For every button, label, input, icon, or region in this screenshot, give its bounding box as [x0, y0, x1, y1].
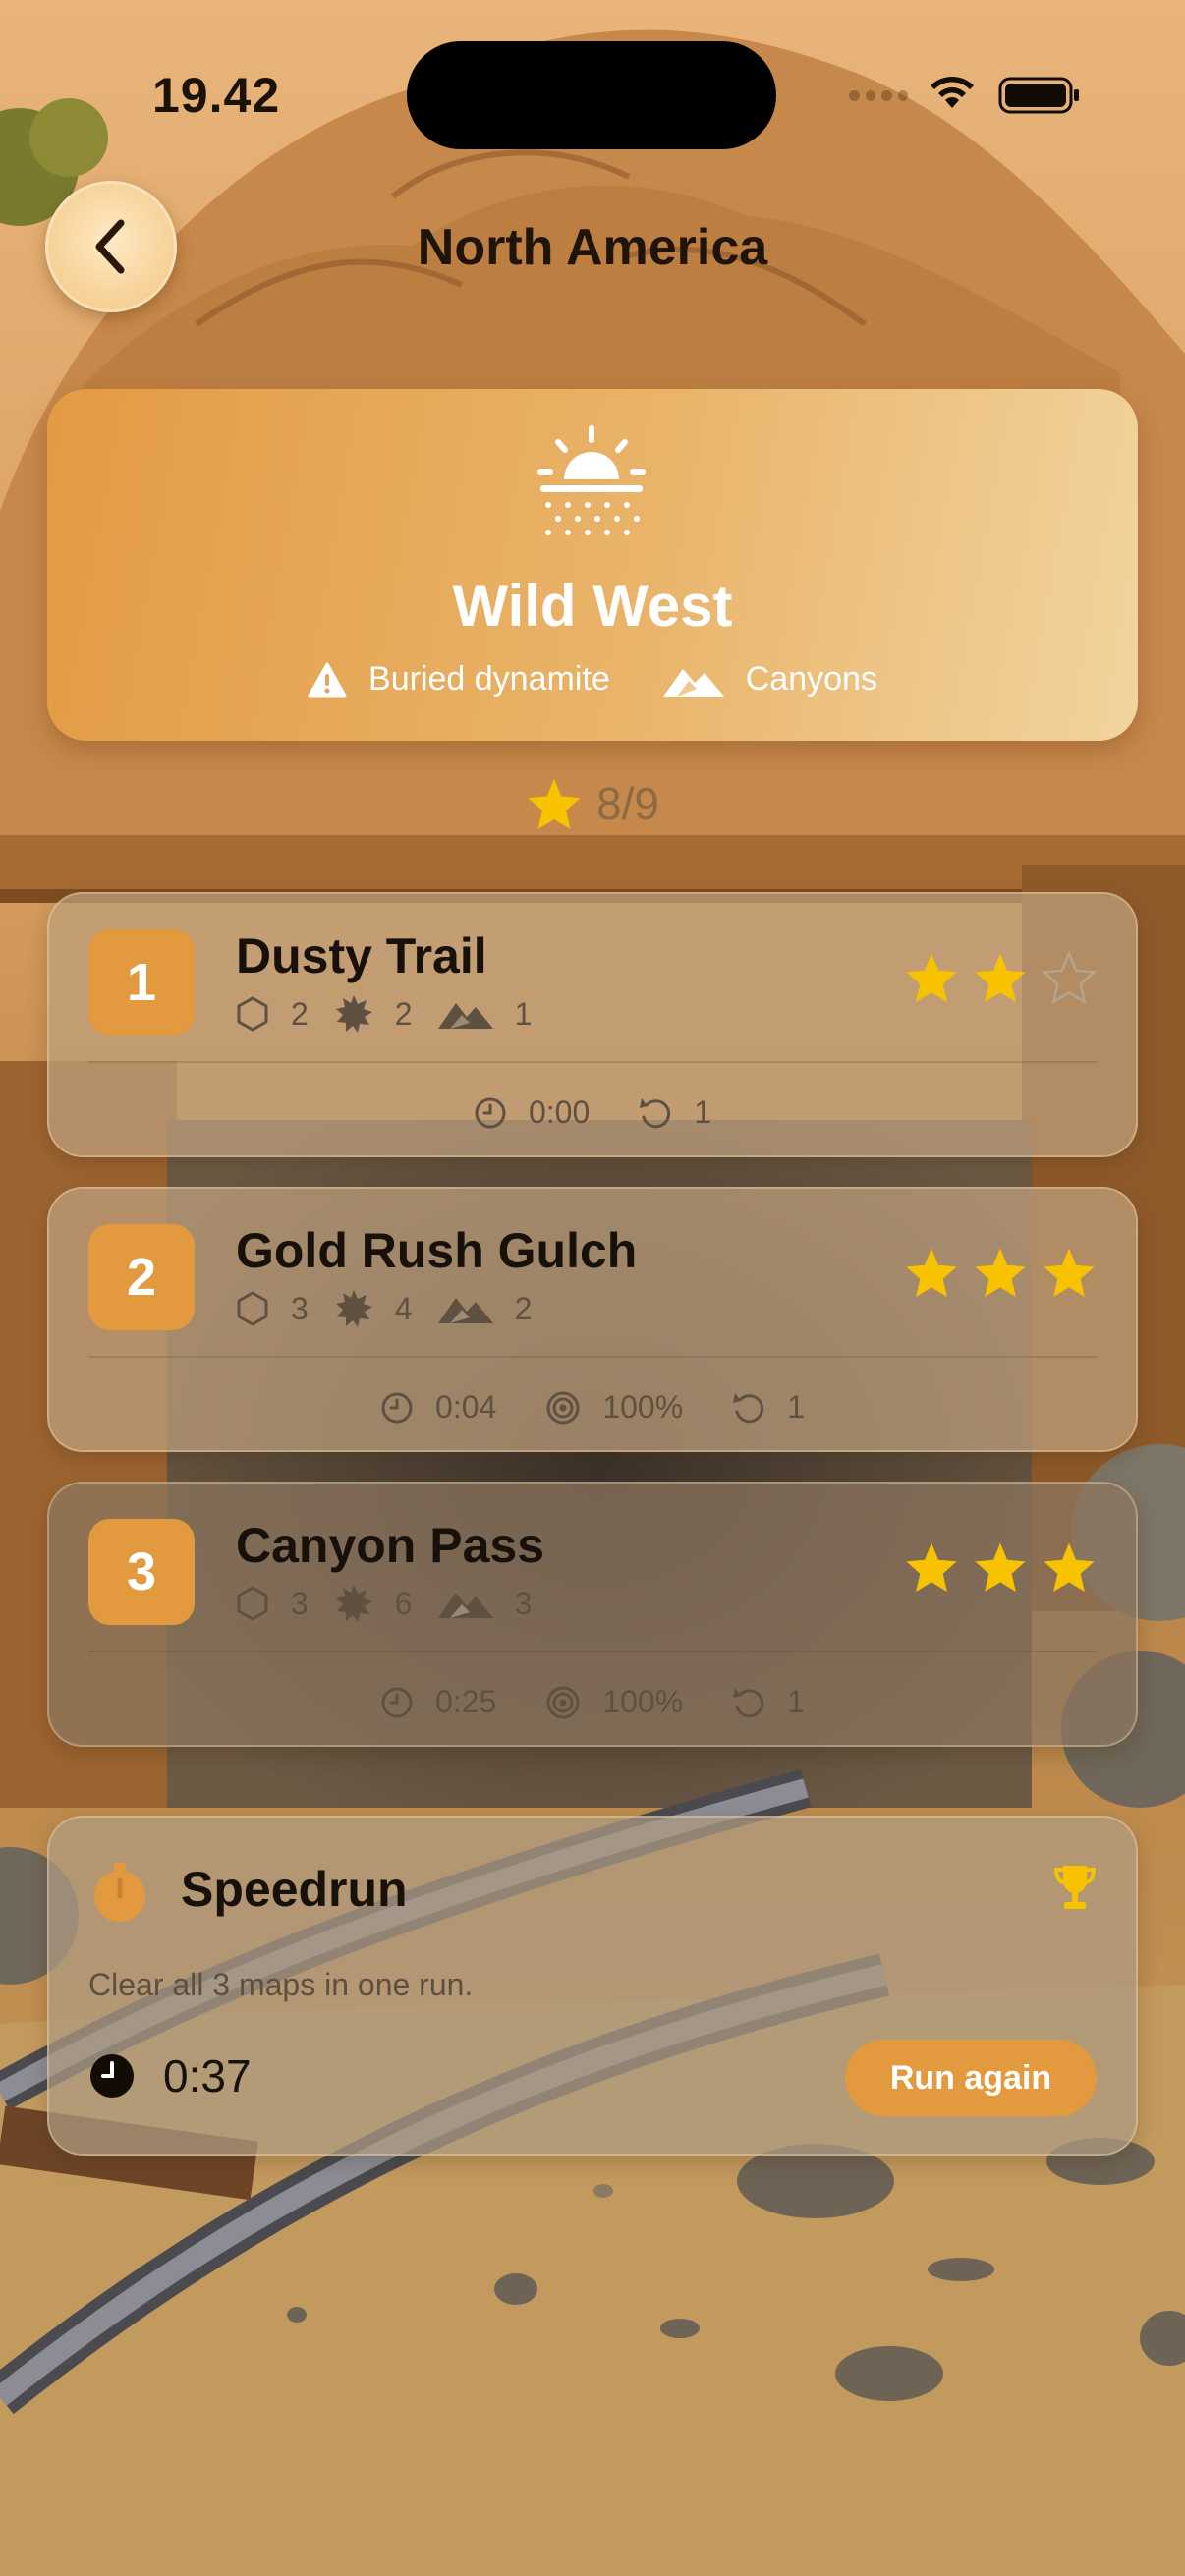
star-empty-icon [1042, 951, 1097, 1004]
hexagon-icon [237, 996, 268, 1032]
level-number-badge: 3 [88, 1519, 195, 1625]
clock-filled-icon [90, 2054, 134, 2098]
hexagon-icon [237, 1291, 268, 1326]
star-filled-icon [975, 1248, 1026, 1297]
region-tag: Canyons [662, 660, 877, 699]
mine-icon [335, 995, 372, 1033]
divider [88, 1356, 1097, 1358]
level-info: 3 4 2 [236, 1289, 557, 1328]
level-retries: 1 [787, 1684, 805, 1719]
star-filled-icon [975, 953, 1026, 1002]
mountains-icon [437, 1298, 493, 1323]
star-filled-icon [1044, 1542, 1095, 1592]
target-icon [546, 1686, 580, 1718]
hex-count: 3 [291, 1585, 309, 1621]
retry-icon [640, 1097, 671, 1128]
level-time: 0:00 [528, 1094, 591, 1130]
level-name: Gold Rush Gulch [236, 1223, 638, 1278]
region-tags: Buried dynamite Canyons [47, 660, 1138, 699]
retry-icon [733, 1392, 764, 1423]
level-info: 3 6 3 [236, 1584, 557, 1623]
level-info: 2 2 1 [236, 994, 557, 1034]
clock-icon [381, 1392, 413, 1423]
hex-count: 3 [291, 1290, 309, 1326]
mountains-icon [437, 1003, 493, 1029]
mountains-icon [662, 668, 724, 697]
run-again-button[interactable]: Run again [845, 2040, 1097, 2116]
dynamic-island [407, 41, 776, 149]
target-icon [546, 1391, 580, 1424]
signal-icon [849, 90, 908, 106]
level-stars [904, 1246, 1097, 1299]
level-stats: 0:25 100% 1 [47, 1684, 1138, 1720]
stars-total: 8/9 [0, 776, 1185, 831]
level-retries: 1 [694, 1094, 712, 1130]
canyon-count: 2 [514, 1290, 533, 1326]
best-time-value: 0:37 [163, 2050, 252, 2101]
star-filled-icon [1044, 1248, 1095, 1297]
level-card[interactable]: 1 Dusty Trail 2 2 1 0:00 1 [47, 892, 1138, 1157]
trophy-icon [1053, 1866, 1097, 1909]
level-stars [904, 1540, 1097, 1594]
level-retries: 1 [787, 1389, 805, 1425]
canyon-count: 1 [514, 995, 533, 1032]
star-filled-icon [906, 1248, 957, 1297]
level-stats: 0:04 100% 1 [47, 1389, 1138, 1426]
speedrun-card: Speedrun Clear all 3 maps in one run. 0:… [47, 1816, 1138, 2156]
level-stats: 0:00 1 [47, 1094, 1138, 1131]
clock-icon [381, 1687, 413, 1717]
wifi-icon [931, 77, 974, 108]
level-number-badge: 1 [88, 929, 195, 1036]
divider [88, 1651, 1097, 1652]
battery-icon [998, 77, 1079, 114]
hexagon-icon [237, 1586, 268, 1621]
region-tag-label: Canyons [745, 660, 877, 698]
clock-icon [475, 1097, 506, 1128]
level-card[interactable]: 3 Canyon Pass 3 6 3 0:25 100% 1 [47, 1482, 1138, 1747]
speedrun-best-time: 0:37 [88, 2049, 252, 2102]
level-accuracy: 100% [602, 1389, 684, 1425]
level-name: Dusty Trail [236, 928, 487, 983]
mine-icon [335, 1290, 372, 1327]
page-title: North America [417, 219, 768, 276]
region-card: Wild West Buried dynamite Canyons [47, 389, 1138, 741]
stopwatch-icon [94, 1863, 145, 1922]
level-card[interactable]: 2 Gold Rush Gulch 3 4 2 0:04 100% 1 [47, 1187, 1138, 1452]
level-name: Canyon Pass [236, 1518, 545, 1573]
speedrun-description: Clear all 3 maps in one run. [88, 1967, 474, 2002]
level-stars [904, 951, 1097, 1004]
sunrise-heat-icon [537, 425, 646, 535]
level-accuracy: 100% [602, 1684, 684, 1719]
status-time: 19.42 [152, 68, 281, 123]
region-name: Wild West [452, 573, 733, 639]
mountains-icon [437, 1593, 493, 1618]
retry-icon [733, 1687, 764, 1717]
stars-total-value: 8/9 [596, 778, 659, 829]
mine-icon [335, 1585, 372, 1622]
level-time: 0:25 [435, 1684, 497, 1719]
star-filled-icon [906, 953, 957, 1002]
canyon-count: 3 [514, 1585, 533, 1621]
mine-count: 4 [394, 1290, 413, 1326]
mine-count: 2 [394, 995, 413, 1032]
star-filled-icon [975, 1542, 1026, 1592]
divider [88, 1061, 1097, 1063]
warning-icon [308, 662, 347, 697]
region-tag-label: Buried dynamite [368, 660, 610, 698]
hex-count: 2 [291, 995, 309, 1032]
level-number-badge: 2 [88, 1224, 195, 1330]
star-filled-icon [906, 1542, 957, 1592]
speedrun-title: Speedrun [181, 1862, 408, 1917]
level-time: 0:04 [435, 1389, 497, 1425]
star-icon [528, 778, 581, 829]
region-tag: Buried dynamite [308, 660, 610, 699]
mine-count: 6 [394, 1585, 413, 1621]
